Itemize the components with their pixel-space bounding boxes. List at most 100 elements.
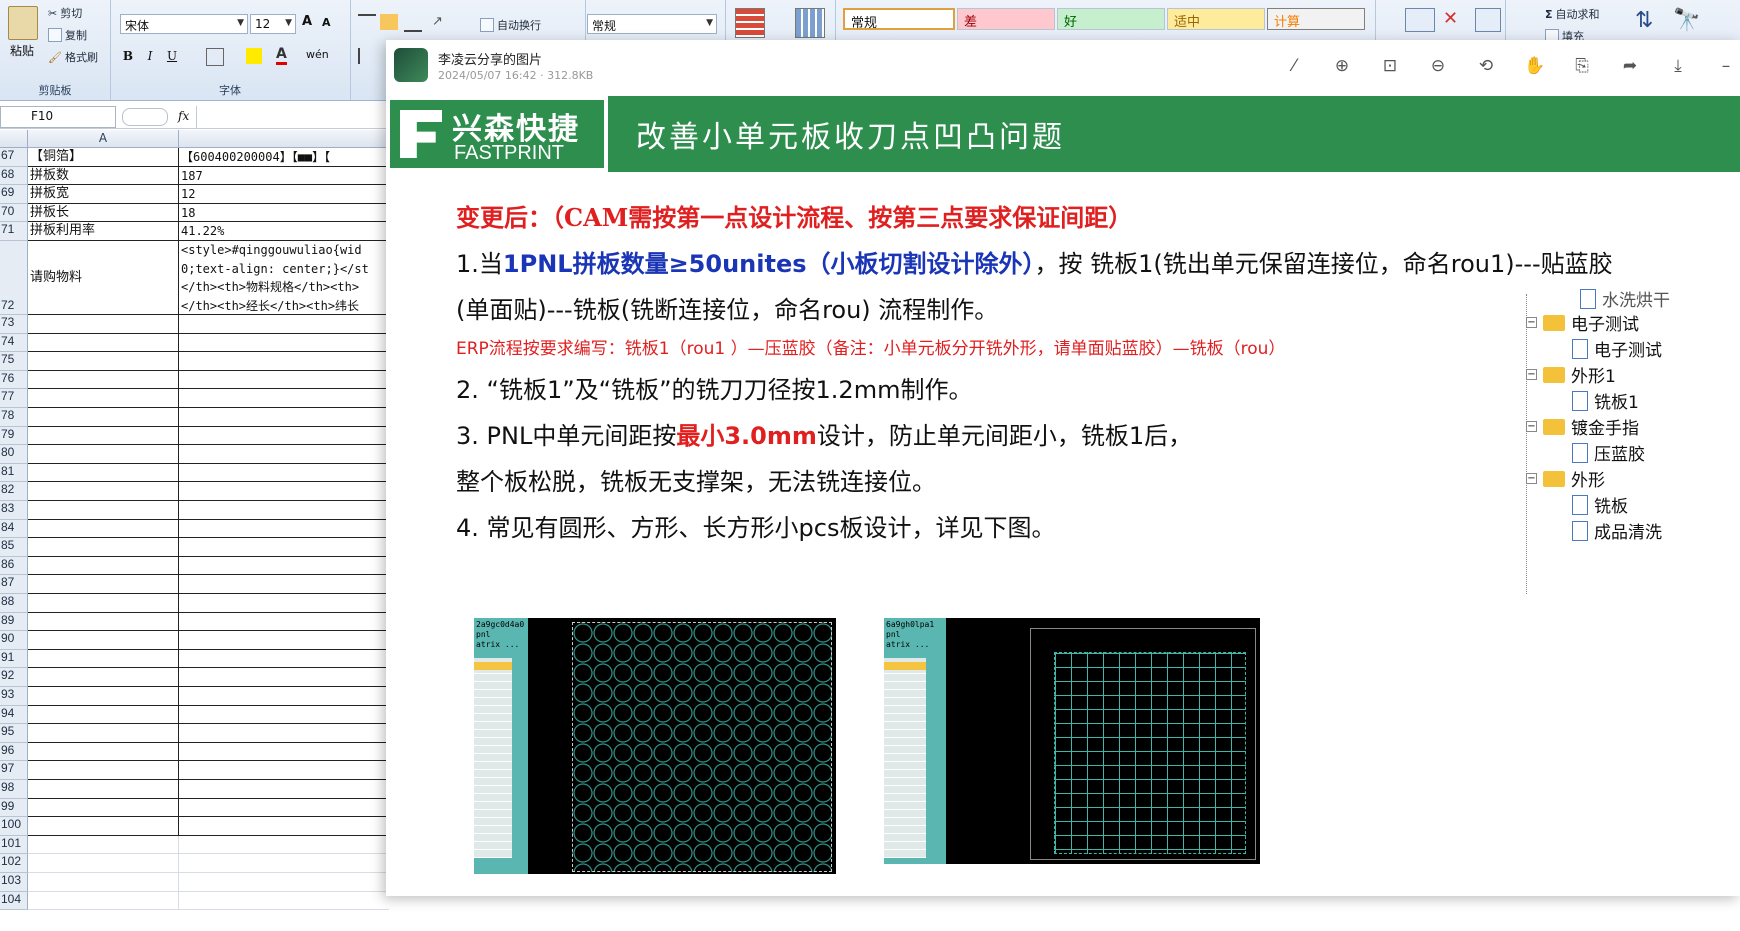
row-header[interactable]: 70 [0,203,28,223]
cell-b[interactable] [179,464,389,483]
row-header[interactable]: 68 [0,166,28,186]
row-header[interactable]: 88 [0,594,28,613]
cell-b[interactable] [179,761,389,780]
cell-b[interactable] [179,873,389,892]
orientation-icon[interactable]: ↗ [432,14,452,30]
cell-b[interactable]: 187 [179,167,389,186]
fill-color-icon[interactable] [246,48,262,64]
paste-button[interactable]: 粘贴 [10,42,34,59]
column-header-b[interactable] [179,130,389,148]
cell-a[interactable] [28,482,179,501]
sort-filter-icon[interactable]: ⇅ [1635,8,1653,33]
magic-icon[interactable]: ⁄ [1284,56,1304,76]
cell-a[interactable] [28,631,179,650]
row-header[interactable]: 78 [0,408,28,427]
cell-a[interactable] [28,463,179,483]
align-top-icon[interactable] [358,14,376,32]
row-header[interactable]: 96 [0,742,28,762]
cell-a[interactable]: 拼板长 [28,203,179,223]
paste-icon[interactable] [8,6,38,40]
style-normal[interactable]: 常规 [843,8,955,31]
row-header[interactable]: 67 [0,148,28,167]
row-header[interactable]: 100 [0,817,28,836]
row-header[interactable]: 89 [0,612,28,632]
select-all-corner[interactable] [0,130,28,148]
insert-cells-icon[interactable] [1405,8,1435,32]
cell-b[interactable] [179,445,389,464]
rotate-icon[interactable]: ⟲ [1476,56,1496,76]
cell-a[interactable] [28,370,179,390]
style-calculation[interactable]: 计算 [1267,8,1365,30]
cell-a[interactable] [28,798,179,818]
autosum-button[interactable]: Σ 自动求和 [1545,6,1600,22]
row-header[interactable]: 97 [0,761,28,780]
row-header[interactable]: 93 [0,687,28,706]
style-neutral[interactable]: 适中 [1167,8,1265,30]
cell-b[interactable] [179,557,389,576]
cell-b[interactable]: 12 [179,185,389,204]
row-header[interactable]: 76 [0,370,28,390]
actual-size-icon[interactable]: ⊡ [1380,56,1400,76]
cell-a[interactable] [28,501,179,520]
row-header[interactable]: 74 [0,333,28,353]
cell-b[interactable] [179,352,389,371]
cell-a[interactable] [28,687,179,706]
align-bottom-icon[interactable] [404,14,422,32]
delete-cells-icon[interactable]: ✕ [1443,8,1465,30]
row-header[interactable]: 94 [0,705,28,725]
row-header[interactable]: 98 [0,780,28,799]
insert-function-button[interactable]: fx [178,109,189,123]
cell-a[interactable] [28,594,179,613]
cell-a[interactable] [28,352,179,371]
align-middle-icon[interactable] [380,14,398,30]
hand-icon[interactable]: ✋ [1524,56,1545,76]
row-header[interactable]: 99 [0,798,28,818]
cell-a[interactable] [28,724,179,743]
cell-a[interactable] [28,445,179,464]
cell-b[interactable] [179,799,389,818]
cell-b[interactable] [179,724,389,743]
share-icon[interactable]: ➦ [1620,56,1640,76]
cell-b[interactable]: <style>#qinggouwuliao{wid 0;text-align: c… [179,241,389,315]
minimize-icon[interactable]: – [1716,56,1736,76]
cell-a[interactable] [28,705,179,725]
font-color-button[interactable]: A [276,46,287,65]
cell-a[interactable]: 拼板数 [28,166,179,186]
style-good[interactable]: 好 [1057,8,1165,30]
align-left-icon[interactable] [358,48,378,64]
cell-b[interactable]: 【600400200004】【■■】【 [179,148,389,167]
cell-b[interactable] [179,854,389,873]
underline-button[interactable]: U [162,46,182,66]
cell-b[interactable] [179,575,389,594]
row-header[interactable]: 85 [0,538,28,557]
conditional-formatting-icon[interactable] [735,8,765,38]
format-painter-button[interactable]: 🖌 格式刷 [48,49,98,65]
format-cells-icon[interactable] [1475,8,1501,32]
cell-a[interactable] [28,649,179,669]
row-header[interactable]: 72 [0,241,28,315]
zoom-in-icon[interactable]: ⊕ [1332,56,1352,76]
cell-b[interactable] [179,706,389,725]
cell-a[interactable] [28,668,179,687]
cell-b[interactable] [179,892,389,911]
cell-a[interactable] [28,761,179,780]
cell-a[interactable] [28,426,179,446]
copy-button[interactable]: 复制 [48,27,87,43]
cell-b[interactable] [179,817,389,836]
row-header[interactable]: 84 [0,519,28,539]
cell-b[interactable] [179,334,389,353]
cell-a[interactable] [28,333,179,353]
cell-a[interactable] [28,742,179,762]
cell-a[interactable] [28,389,179,408]
cell-a[interactable] [28,519,179,539]
cell-b[interactable] [179,836,389,855]
cell-a[interactable]: 拼板宽 [28,185,179,204]
zoom-out-icon[interactable]: ⊖ [1428,56,1448,76]
cell-a[interactable] [28,538,179,557]
cell-b[interactable] [179,427,389,446]
cell-a[interactable]: 请购物料 [28,241,179,315]
cell-a[interactable] [28,835,179,855]
cell-b[interactable] [179,408,389,427]
row-header[interactable]: 103 [0,873,28,892]
row-header[interactable]: 101 [0,835,28,855]
